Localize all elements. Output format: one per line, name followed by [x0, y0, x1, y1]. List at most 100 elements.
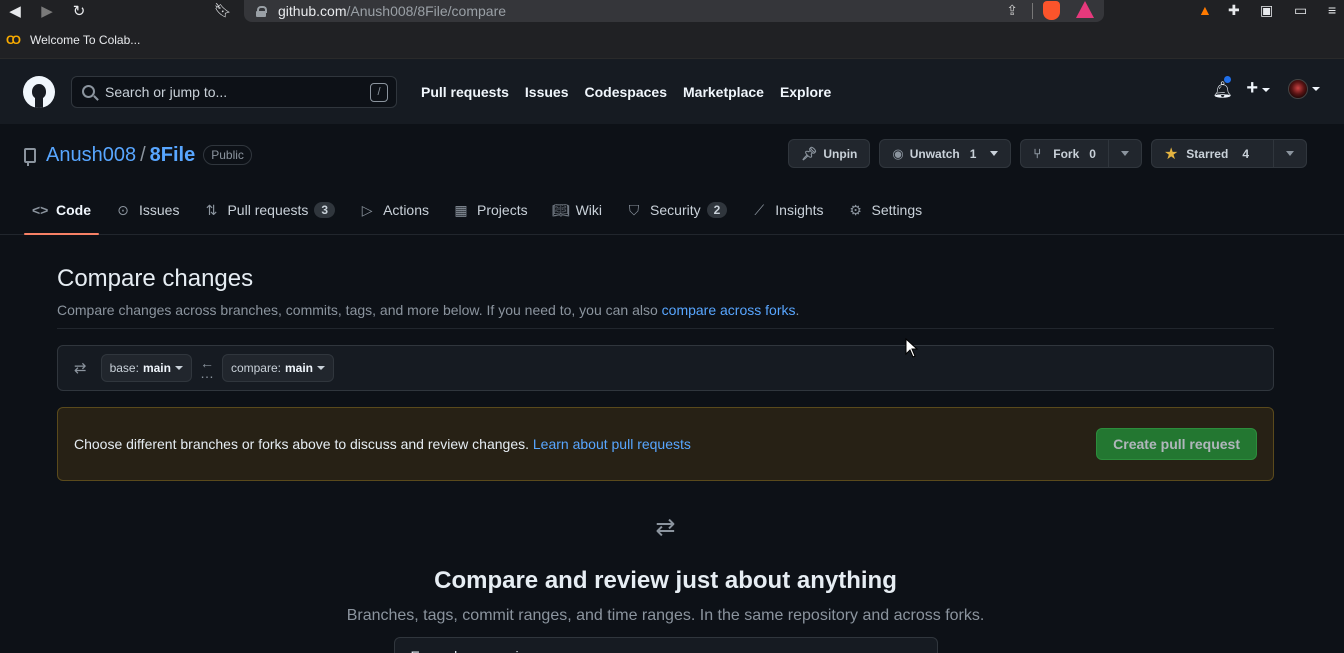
gear-icon: ⚙ [849, 201, 862, 218]
page-description: Compare changes across branches, commits… [57, 302, 1274, 329]
compare-page: Compare changes Compare changes across b… [0, 235, 1344, 653]
compare-label: compare: [230, 361, 281, 375]
counter-badge: 2 [706, 202, 728, 218]
colab-icon: CO [6, 33, 21, 47]
chevron-down-icon [317, 366, 325, 370]
compare-branch-select[interactable]: compare: main [221, 354, 334, 382]
repo-separator: / [140, 143, 146, 166]
url-path: /Anush008/8File/compare [346, 3, 507, 19]
tab-actions[interactable]: ▷ Actions [351, 186, 437, 234]
watch-count: 1 [969, 146, 977, 161]
menu-icon[interactable]: ≡ [1328, 2, 1336, 18]
back-icon[interactable]: ◀ [6, 4, 24, 19]
description-text: Compare changes across branches, commits… [57, 302, 662, 318]
unpin-button[interactable]: 📌︎ Unpin [787, 139, 871, 168]
pull-request-icon: ⇅ [205, 201, 218, 218]
compare-value: main [284, 361, 313, 375]
compare-notice: Choose different branches or forks above… [57, 407, 1274, 481]
fork-button[interactable]: ⑂ Fork 0 [1020, 139, 1109, 168]
global-nav: Pull requests Issues Codespaces Marketpl… [421, 84, 831, 100]
book-icon: 📖︎ [551, 201, 570, 218]
tab-label: Projects [477, 202, 528, 218]
create-new-button[interactable]: + [1246, 77, 1270, 100]
base-label: base: [109, 361, 139, 375]
sidebar-icon[interactable]: ▣ [1260, 2, 1273, 19]
base-value: main [142, 361, 171, 375]
user-menu[interactable] [1288, 78, 1320, 99]
tab-label: Insights [775, 202, 824, 218]
github-logo-icon[interactable] [23, 75, 55, 108]
wallet-icon[interactable]: ▭ [1294, 2, 1307, 19]
puzzle-icon[interactable]: ✚ [1228, 2, 1240, 19]
brave-shields-icon[interactable] [1043, 1, 1060, 20]
nav-issues[interactable]: Issues [525, 84, 569, 100]
page-title: Compare changes [57, 265, 254, 292]
nav-marketplace[interactable]: Marketplace [683, 84, 764, 100]
extension-icon[interactable]: ▲ [1198, 2, 1212, 18]
github-header: Search or jump to... / Pull requests Iss… [0, 59, 1344, 124]
compare-forks-link[interactable]: compare across forks [662, 302, 796, 318]
tab-projects[interactable]: ▦ Projects [445, 186, 536, 234]
example-comparisons-header: Example comparisons [393, 637, 938, 653]
tab-issues[interactable]: ⊙ Issues [107, 186, 187, 234]
code-icon: <> [32, 202, 49, 218]
unwatch-label: Unwatch [909, 146, 960, 161]
reload-icon[interactable]: ↻ [70, 4, 88, 19]
plus-icon: + [1246, 77, 1258, 99]
repo-owner-link[interactable]: Anush008 [46, 144, 136, 167]
brave-rewards-icon[interactable] [1076, 1, 1094, 18]
browser-toolbar: ◀ ▶ ↻ 🔖︎ github.com/Anush008/8File/compa… [0, 0, 1344, 22]
shield-icon: ⛉ [628, 201, 640, 218]
create-pull-request-button[interactable]: Create pull request [1096, 428, 1257, 460]
fork-group: ⑂ Fork 0 [1020, 139, 1142, 168]
repo-icon [24, 147, 36, 166]
search-input[interactable]: Search or jump to... / [71, 75, 397, 108]
notice-message: Choose different branches or forks above… [74, 436, 533, 452]
url-host: github.com [278, 3, 347, 19]
base-branch-select[interactable]: base: main [100, 354, 192, 382]
tab-wiki[interactable]: 📖︎ Wiki [544, 186, 610, 234]
pin-icon: 📌︎ [800, 145, 818, 161]
chevron-down-icon [1312, 86, 1320, 91]
tab-label: Settings [871, 202, 923, 218]
tab-label: Wiki [575, 202, 603, 218]
address-bar[interactable]: github.com/Anush008/8File/compare ⇪ [244, 0, 1104, 22]
repo-name-link[interactable]: 8File [150, 144, 196, 167]
nav-pull-requests[interactable]: Pull requests [421, 84, 509, 100]
nav-codespaces[interactable]: Codespaces [585, 84, 667, 100]
graph-icon: ⟋ [754, 201, 765, 218]
unpin-label: Unpin [823, 146, 858, 161]
star-dropdown-button[interactable] [1274, 139, 1307, 168]
nav-explore[interactable]: Explore [780, 84, 831, 100]
notifications-icon[interactable]: 🔔︎ [1212, 74, 1233, 99]
share-icon[interactable]: ⇪ [1006, 2, 1018, 19]
tab-label: Pull requests [227, 202, 309, 218]
table-icon: ▦ [454, 201, 468, 218]
forward-icon[interactable]: ▶ [38, 4, 56, 19]
tab-insights[interactable]: ⟋ Insights [743, 186, 831, 234]
learn-pr-link[interactable]: Learn about pull requests [533, 436, 691, 452]
search-placeholder: Search or jump to... [105, 83, 228, 100]
tab-security[interactable]: ⛉ Security 2 [618, 186, 735, 234]
search-icon [82, 85, 95, 98]
blankslate-subtitle: Branches, tags, commit ranges, and time … [346, 607, 985, 624]
bookmarks-bar: CO Welcome To Colab... [0, 22, 1344, 59]
starred-button[interactable]: ★ Starred 4 [1150, 139, 1274, 168]
fork-label: Fork [1053, 146, 1080, 161]
tab-code[interactable]: <> Code [24, 186, 99, 235]
divider [1032, 3, 1033, 19]
tab-pull-requests[interactable]: ⇅ Pull requests 3 [195, 186, 343, 234]
fork-dropdown-button[interactable] [1108, 139, 1142, 168]
tab-settings[interactable]: ⚙ Settings [840, 186, 931, 234]
avatar [1288, 78, 1308, 99]
unwatch-button[interactable]: ◉ Unwatch 1 [879, 139, 1012, 168]
lock-icon [256, 5, 267, 17]
notice-text: Choose different branches or forks above… [74, 436, 691, 452]
bookmark-icon[interactable]: 🔖︎ [214, 2, 232, 19]
repo-tabs: <> Code ⊙ Issues ⇅ Pull requests 3 ▷ Act… [0, 186, 1344, 235]
tab-label: Actions [383, 202, 430, 218]
fork-icon: ⑂ [1033, 146, 1042, 161]
bookmark-colab[interactable]: Welcome To Colab... [30, 33, 140, 47]
tab-label: Issues [139, 202, 180, 218]
tab-label: Code [56, 202, 91, 218]
